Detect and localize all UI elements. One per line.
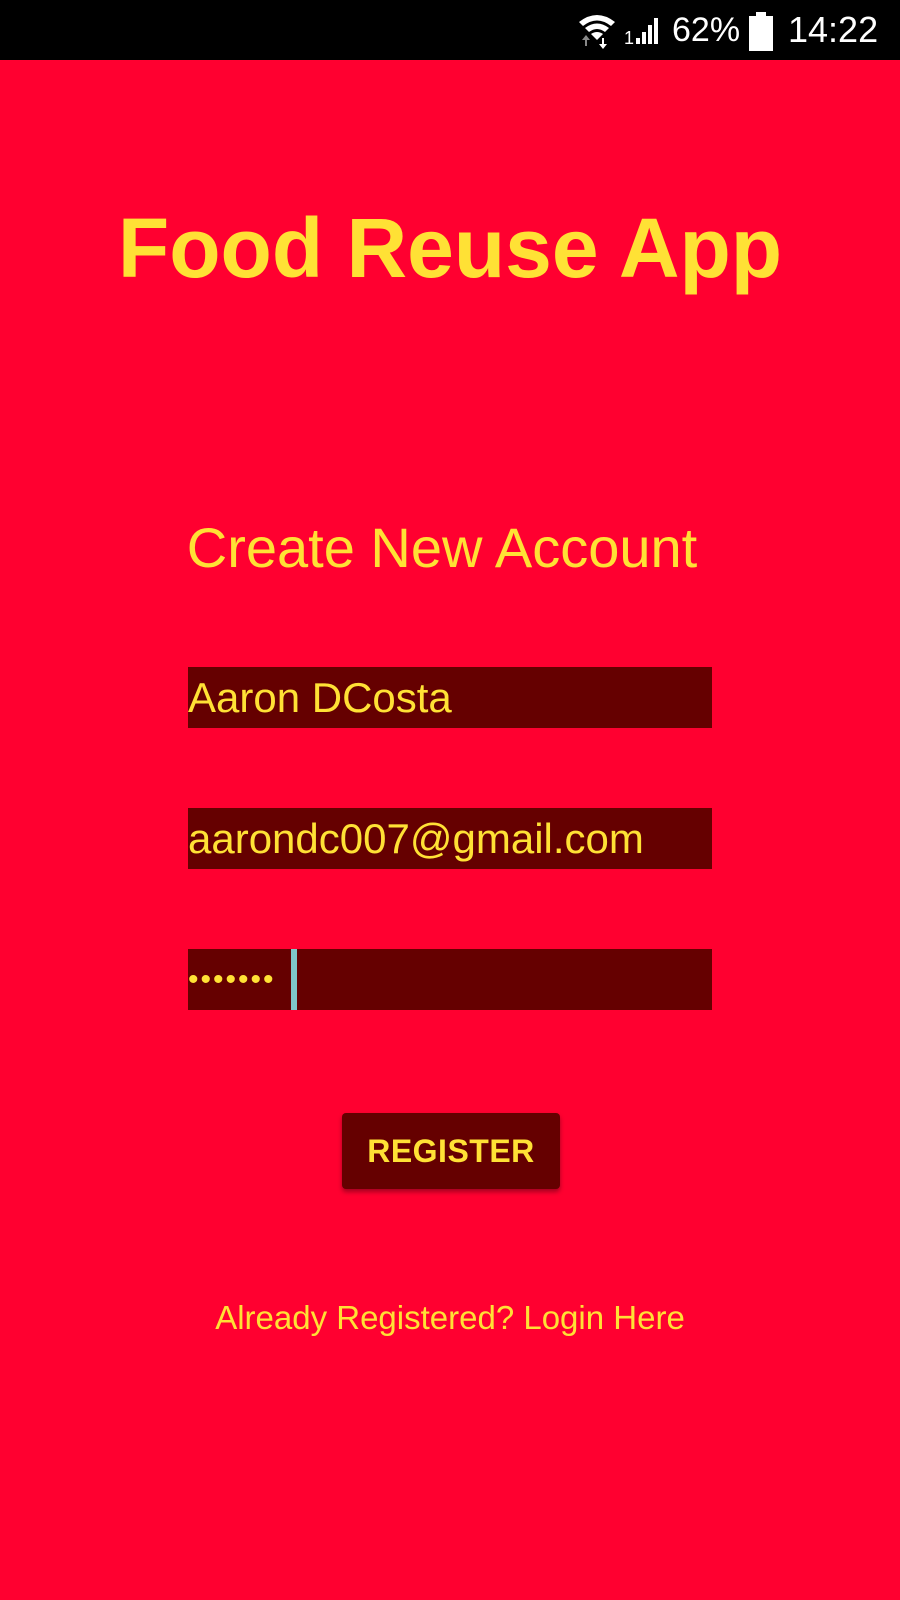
svg-text:1: 1: [624, 28, 634, 46]
battery-icon: [749, 12, 773, 51]
login-link[interactable]: Already Registered? Login Here: [0, 1296, 900, 1340]
status-bar: 1 62% 14:22: [0, 0, 900, 60]
wifi-icon: [579, 15, 615, 49]
register-button[interactable]: REGISTER: [342, 1113, 560, 1189]
signal-icon: 1: [624, 18, 658, 46]
email-field[interactable]: aarondc007@gmail.com: [188, 808, 712, 869]
password-field[interactable]: •••••••: [188, 949, 712, 1010]
text-caret: [291, 949, 297, 1010]
name-field[interactable]: Aaron DCosta: [188, 667, 712, 728]
app-title: Food Reuse App: [117, 201, 783, 295]
create-account-heading: Create New Account: [186, 516, 698, 579]
clock: 14:22: [788, 9, 879, 50]
battery-percent: 62%: [672, 11, 741, 49]
password-mask: •••••••: [188, 963, 276, 996]
